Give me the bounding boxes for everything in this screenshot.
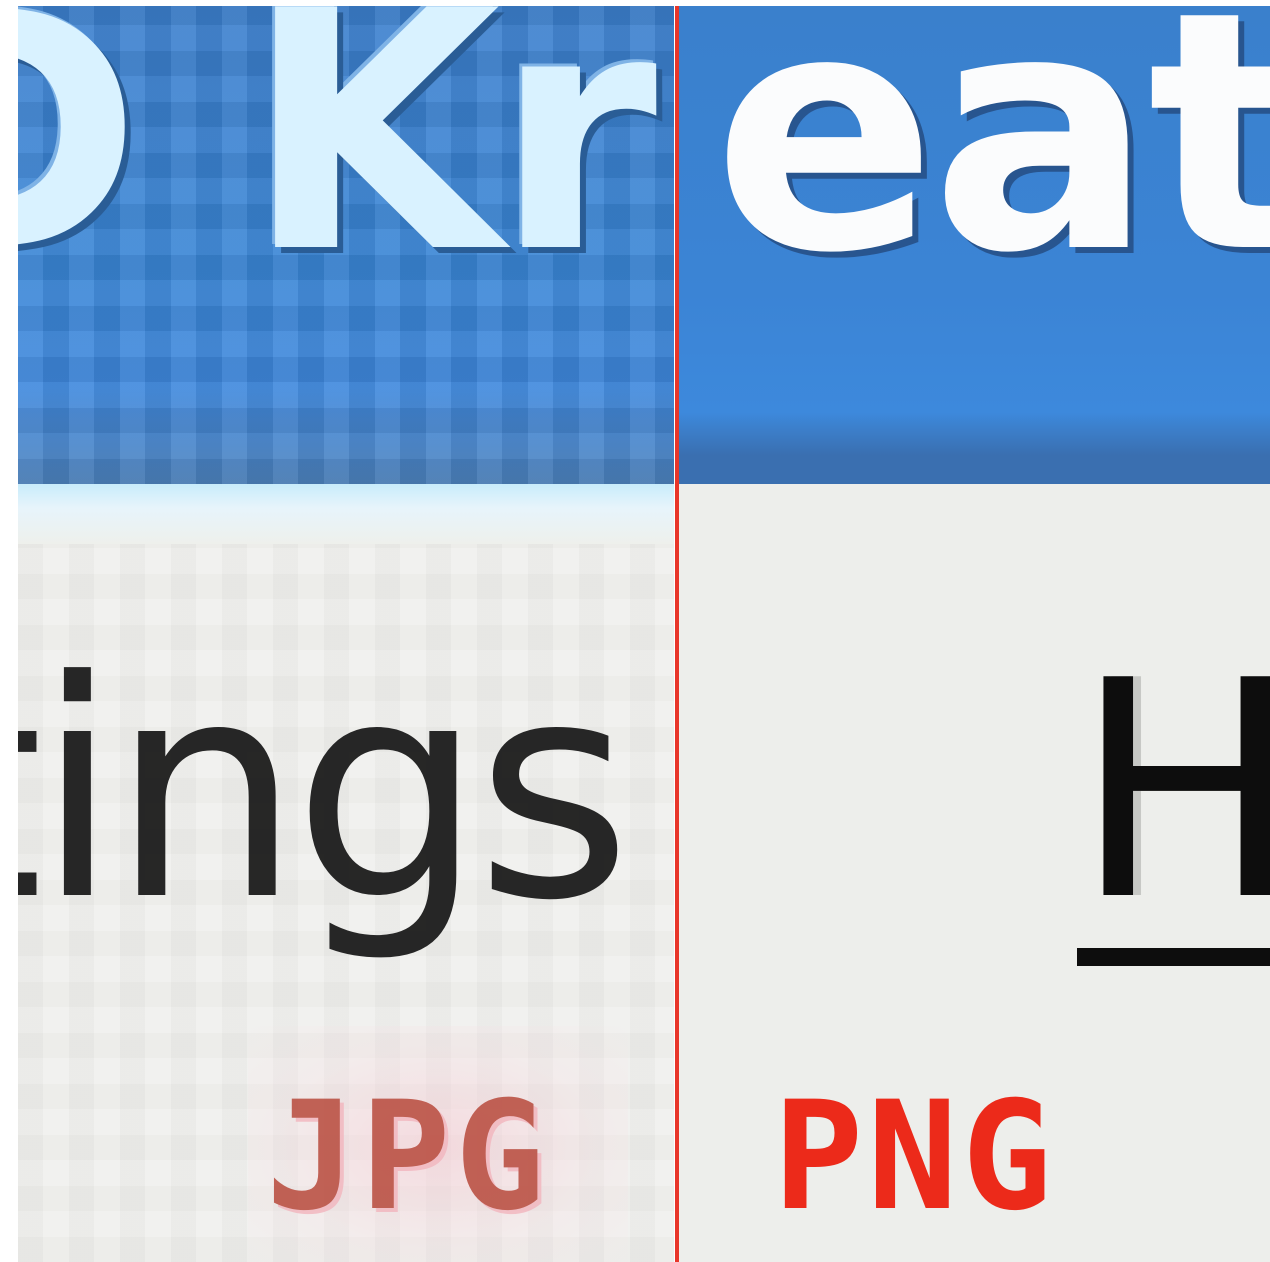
- png-mnemonic-underline: [1077, 948, 1270, 966]
- jpg-window-title-text: D Kr: [18, 6, 657, 325]
- png-crop-panel: eat H PNG: [679, 6, 1270, 1262]
- jpg-crop-panel: D Kr tings JPG: [18, 6, 674, 1262]
- jpg-format-label: JPG: [266, 1070, 549, 1244]
- png-format-label: PNG: [773, 1070, 1056, 1244]
- jpg-window-titlebar: D Kr: [18, 6, 674, 484]
- format-comparison-zoom: D Kr tings JPG eat H PNG: [0, 0, 1270, 1262]
- jpg-titlebar-edge: [18, 484, 674, 544]
- jpg-settings-label-text: tings: [18, 617, 632, 966]
- png-window-title-text: eat: [713, 6, 1270, 325]
- png-window-titlebar: eat: [679, 6, 1270, 484]
- png-help-menu-mnemonic-text: H: [1074, 617, 1270, 966]
